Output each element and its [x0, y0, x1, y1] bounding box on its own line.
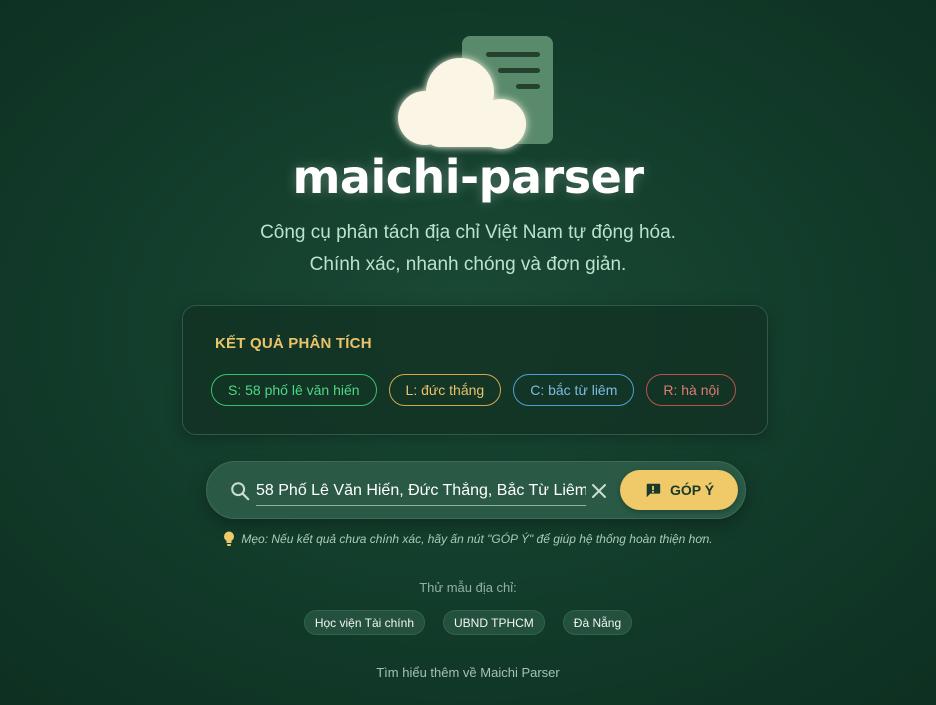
tip-text: Mẹo: Nếu kết quả chưa chính xác, hãy ấn …: [241, 532, 713, 546]
sample-chip-hoc-vien-tai-chinh[interactable]: Học viện Tài chính: [303, 610, 425, 635]
result-chip-locality: L: đức thắng: [388, 374, 502, 406]
tip: Mẹo: Nếu kết quả chưa chính xác, hãy ấn …: [0, 531, 936, 547]
feedback-button-label: GÓP Ý: [669, 482, 715, 498]
result-chip-street: S: 58 phố lê văn hiến: [211, 374, 377, 406]
address-input[interactable]: [256, 476, 586, 506]
app-subtitle-line-1: Công cụ phân tách địa chỉ Việt Nam tự độ…: [260, 222, 676, 243]
result-chips: S: 58 phố lê văn hiến L: đức thắng C: bắ…: [211, 374, 737, 406]
result-chip-region: R: hà nội: [646, 374, 737, 406]
learn-more-link[interactable]: Tìm hiểu thêm về Maichi Parser: [0, 665, 936, 680]
sample-chip-da-nang[interactable]: Đà Nẵng: [562, 610, 633, 635]
result-card: KẾT QUẢ PHÂN TÍCH S: 58 phố lê văn hiến …: [182, 305, 768, 435]
feedback-button[interactable]: GÓP Ý: [620, 470, 738, 510]
sample-list: Học viện Tài chính UBND TPHCM Đà Nẵng: [0, 610, 936, 635]
close-icon[interactable]: [589, 481, 609, 501]
app-subtitle-line-2: Chính xác, nhanh chóng và đơn giản.: [309, 254, 627, 275]
cloud-document-logo-icon: [398, 36, 553, 149]
lightbulb-icon: [224, 531, 235, 546]
app-title: maichi-parser: [292, 150, 644, 204]
feedback-icon: [646, 483, 661, 498]
sample-chip-ubnd-tphcm[interactable]: UBND TPHCM: [443, 610, 545, 635]
result-title: KẾT QUẢ PHÂN TÍCH: [215, 335, 372, 352]
search-bar: GÓP Ý: [206, 461, 746, 519]
search-icon: [231, 482, 250, 501]
result-chip-city: C: bắc từ liêm: [513, 374, 635, 406]
sample-label: Thử mẫu địa chỉ:: [419, 580, 517, 595]
